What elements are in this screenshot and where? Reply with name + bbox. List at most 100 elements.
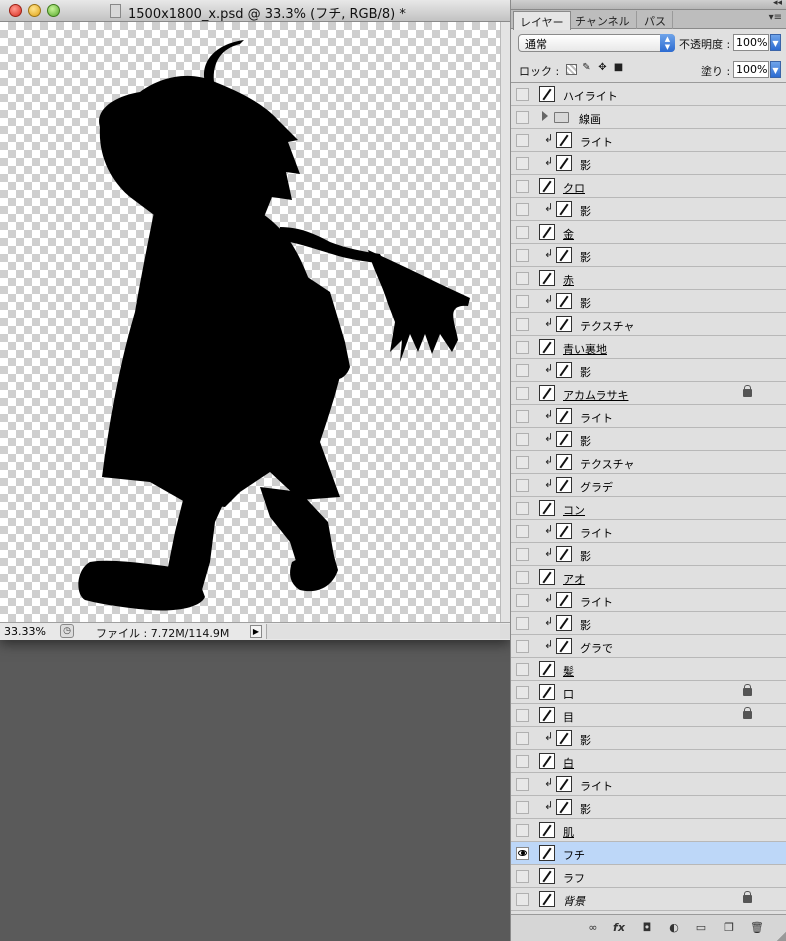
layer-name[interactable]: グラデ	[580, 479, 613, 495]
status-info-icon[interactable]: ◷	[60, 624, 74, 638]
layer-row[interactable]: ↲ 影	[511, 612, 786, 635]
layer-row[interactable]: ↲ テクスチャ	[511, 451, 786, 474]
layer-row[interactable]: 白	[511, 750, 786, 773]
layer-name[interactable]: ハイライト	[563, 88, 618, 104]
close-button[interactable]	[9, 4, 22, 17]
layer-thumbnail[interactable]	[556, 615, 572, 631]
horizontal-scrollbar[interactable]	[266, 624, 500, 639]
visibility-toggle[interactable]	[516, 617, 529, 630]
visibility-toggle[interactable]	[516, 548, 529, 561]
visibility-toggle[interactable]	[516, 502, 529, 515]
layer-row[interactable]: 金	[511, 221, 786, 244]
visibility-toggle[interactable]	[516, 847, 529, 860]
canvas[interactable]	[0, 22, 510, 622]
layer-name[interactable]: クロ	[563, 180, 585, 196]
visibility-toggle[interactable]	[516, 456, 529, 469]
layer-name[interactable]: 影	[580, 157, 591, 173]
new-layer-icon[interactable]: ❐	[721, 921, 737, 935]
mask-icon[interactable]: ◘	[639, 921, 655, 935]
layer-thumbnail[interactable]	[556, 592, 572, 608]
layer-row[interactable]: ↲ ライト	[511, 589, 786, 612]
visibility-toggle[interactable]	[516, 571, 529, 584]
visibility-toggle[interactable]	[516, 824, 529, 837]
layer-row[interactable]: 目	[511, 704, 786, 727]
layer-row[interactable]: ラフ	[511, 865, 786, 888]
opacity-field[interactable]: 100%	[733, 34, 769, 51]
visibility-toggle[interactable]	[516, 111, 529, 124]
layer-thumbnail[interactable]	[556, 155, 572, 171]
layer-name[interactable]: 口	[563, 686, 574, 702]
visibility-toggle[interactable]	[516, 663, 529, 676]
expand-triangle-icon[interactable]	[542, 111, 548, 121]
layer-thumbnail[interactable]	[556, 431, 572, 447]
layer-name[interactable]: フチ	[563, 847, 585, 863]
layer-thumbnail[interactable]	[556, 799, 572, 815]
visibility-toggle[interactable]	[516, 134, 529, 147]
visibility-toggle[interactable]	[516, 318, 529, 331]
layer-row[interactable]: ↲ 影	[511, 198, 786, 221]
visibility-toggle[interactable]	[516, 640, 529, 653]
layer-name[interactable]: 線画	[579, 111, 601, 127]
layer-thumbnail[interactable]	[556, 293, 572, 309]
visibility-toggle[interactable]	[516, 341, 529, 354]
blend-mode-select[interactable]: 通常 ▲ ▼	[518, 34, 675, 52]
panel-menu-icon[interactable]: ▾≡	[769, 12, 782, 23]
layer-row[interactable]: ↲ グラで	[511, 635, 786, 658]
layer-row[interactable]: ↲ 影	[511, 543, 786, 566]
collapse-panel-icon[interactable]: ◂◂	[773, 0, 782, 8]
lock-all-icon[interactable]: ■	[613, 63, 624, 74]
visibility-toggle[interactable]	[516, 410, 529, 423]
layer-thumbnail[interactable]	[556, 546, 572, 562]
layer-name[interactable]: 肌	[563, 824, 574, 840]
layer-thumbnail[interactable]	[556, 316, 572, 332]
layer-row[interactable]: ↲ 影	[511, 290, 786, 313]
layer-thumbnail[interactable]	[556, 523, 572, 539]
layer-thumbnail[interactable]	[539, 500, 555, 516]
layer-row[interactable]: ↲ テクスチャ	[511, 313, 786, 336]
layer-thumbnail[interactable]	[556, 638, 572, 654]
resize-grip[interactable]	[777, 931, 786, 941]
layer-row[interactable]: 青い裏地	[511, 336, 786, 359]
layer-row[interactable]: アオ	[511, 566, 786, 589]
layer-name[interactable]: 影	[580, 548, 591, 564]
layer-name[interactable]: テクスチャ	[580, 318, 635, 334]
layer-thumbnail[interactable]	[539, 753, 555, 769]
visibility-toggle[interactable]	[516, 778, 529, 791]
layer-row[interactable]: 線画	[511, 106, 786, 129]
layer-row[interactable]: ↲ 影	[511, 796, 786, 819]
layer-row[interactable]: ↲ ライト	[511, 129, 786, 152]
layer-row[interactable]: ↲ 影	[511, 727, 786, 750]
layer-name[interactable]: 髪	[563, 663, 574, 679]
layer-thumbnail[interactable]	[556, 776, 572, 792]
layer-name[interactable]: 金	[563, 226, 574, 242]
layer-thumbnail[interactable]	[539, 707, 555, 723]
fx-icon[interactable]: fx	[611, 921, 627, 935]
layer-name[interactable]: 影	[580, 203, 591, 219]
visibility-toggle[interactable]	[516, 295, 529, 308]
layer-name[interactable]: アオ	[563, 571, 585, 587]
layer-name[interactable]: テクスチャ	[580, 456, 635, 472]
layer-thumbnail[interactable]	[539, 224, 555, 240]
layer-thumbnail[interactable]	[556, 362, 572, 378]
layer-thumbnail[interactable]	[556, 730, 572, 746]
layer-row[interactable]: ハイライト	[511, 83, 786, 106]
visibility-toggle[interactable]	[516, 801, 529, 814]
layer-name[interactable]: グラで	[580, 640, 613, 656]
layer-name[interactable]: アカムラサキ	[563, 387, 628, 403]
layer-name[interactable]: ライト	[580, 778, 613, 794]
visibility-toggle[interactable]	[516, 732, 529, 745]
layer-name[interactable]: ライト	[580, 410, 613, 426]
visibility-toggle[interactable]	[516, 226, 529, 239]
layer-thumbnail[interactable]	[539, 569, 555, 585]
link-icon[interactable]: ∞	[585, 921, 601, 935]
layer-row[interactable]: アカムラサキ	[511, 382, 786, 405]
layer-row[interactable]: 肌	[511, 819, 786, 842]
layer-row[interactable]: ↲ ライト	[511, 520, 786, 543]
visibility-toggle[interactable]	[516, 686, 529, 699]
opacity-dropdown-icon[interactable]: ▼	[770, 34, 781, 51]
trash-icon[interactable]: 🗑	[749, 921, 765, 935]
layer-row[interactable]: 髪	[511, 658, 786, 681]
layer-row[interactable]: ↲ グラデ	[511, 474, 786, 497]
layer-thumbnail[interactable]	[539, 822, 555, 838]
layer-row[interactable]: コン	[511, 497, 786, 520]
